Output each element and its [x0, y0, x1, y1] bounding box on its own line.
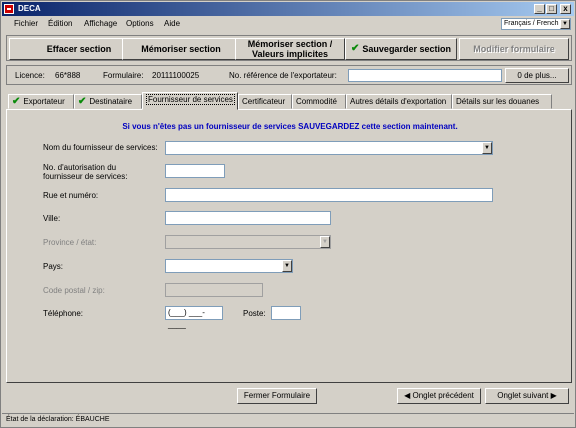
language-select[interactable]: Français / French ▼ — [501, 18, 571, 30]
street-label: Rue et numéro: — [43, 191, 99, 200]
province-select: ▼ — [165, 235, 331, 249]
auth-no-input[interactable] — [165, 164, 225, 178]
prev-tab-button[interactable]: ◀ Onglet précédent — [397, 388, 481, 404]
language-value: Français / French — [504, 20, 559, 27]
app-flag-icon — [4, 4, 14, 14]
memorize-defaults-label-2: Valeurs implicites — [251, 49, 329, 59]
chevron-down-icon: ▼ — [320, 236, 330, 248]
menu-edition[interactable]: Édition — [48, 19, 72, 28]
info-bar: Licence: 66*888 Formulaire: 20111100025 … — [6, 65, 572, 85]
close-window-button[interactable]: x — [560, 4, 571, 14]
menu-aide[interactable]: Aide — [164, 19, 180, 28]
status-bar: État de la déclaration: ÉBAUCHE — [2, 413, 574, 427]
app-window: DECA _ □ x Fichier Édition Affichage Opt… — [0, 0, 576, 428]
province-label: Province / état: — [43, 238, 97, 247]
provider-name-select[interactable]: ▼ — [165, 141, 493, 155]
street-input[interactable] — [165, 188, 493, 202]
licence-label: Licence: — [15, 71, 45, 80]
tab-autres-details[interactable]: Autres détails d'exportation — [346, 94, 452, 109]
prev-tab-label: Onglet précédent — [412, 391, 474, 400]
more-button[interactable]: 0 de plus... — [505, 68, 569, 83]
ext-input[interactable] — [271, 306, 301, 320]
checkmark-icon: ✔ — [78, 96, 87, 107]
tab-autres-details-label: Autres détails d'exportation — [350, 97, 447, 106]
tab-destinataire[interactable]: ✔ Destinataire — [74, 94, 142, 109]
form-panel: Si vous n'êtes pas un fournisseur de ser… — [6, 109, 572, 383]
next-tab-label: Onglet suivant — [497, 391, 549, 400]
notice-text: Si vous n'êtes pas un fournisseur de ser… — [122, 122, 458, 131]
close-form-button[interactable]: Fermer Formulaire — [237, 388, 317, 404]
city-input[interactable] — [165, 211, 331, 225]
menu-affichage[interactable]: Affichage — [84, 19, 117, 28]
save-section-label: Sauvegarder section — [362, 44, 451, 54]
licence-value: 66*888 — [55, 71, 81, 80]
chevron-down-icon: ▼ — [560, 19, 570, 29]
menu-fichier[interactable]: Fichier — [14, 19, 38, 28]
memorize-defaults-label-1: Mémoriser section / — [247, 39, 333, 49]
tab-fournisseur-label: Fournisseur de services — [146, 94, 235, 105]
minimize-button[interactable]: _ — [534, 4, 545, 14]
menu-bar: Fichier Édition Affichage Options Aide — [2, 17, 574, 31]
tab-destinataire-label: Destinataire — [89, 97, 133, 106]
exporter-ref-label: No. référence de l'exportateur: — [229, 71, 337, 80]
city-label: Ville: — [43, 214, 61, 223]
arrow-left-icon: ◀ — [404, 391, 413, 400]
modify-form-label: Modifier formulaire — [473, 44, 555, 54]
tab-commodite[interactable]: Commodité — [292, 94, 346, 109]
clear-section-label: Effacer section — [46, 44, 112, 54]
action-toolbar: Effacer section Mémoriser section Mémori… — [6, 35, 572, 61]
menu-options[interactable]: Options — [126, 19, 154, 28]
checkmark-icon: ✔ — [351, 43, 360, 54]
postal-input — [165, 283, 263, 297]
next-tab-button[interactable]: Onglet suivant ▶ — [485, 388, 569, 404]
exporter-ref-input[interactable] — [348, 69, 502, 82]
provider-name-label: Nom du fournisseur de services: — [43, 143, 158, 152]
maximize-button[interactable]: □ — [546, 4, 557, 14]
chevron-down-icon: ▼ — [282, 260, 292, 272]
arrow-right-icon: ▶ — [548, 391, 557, 400]
tab-fournisseur-services[interactable]: Fournisseur de services — [142, 92, 238, 110]
country-label: Pays: — [43, 262, 64, 271]
tab-certificateur[interactable]: Certificateur — [238, 94, 292, 109]
memorize-section-button[interactable]: Mémoriser section — [122, 38, 240, 60]
status-text: État de la déclaration: ÉBAUCHE — [6, 416, 110, 423]
window-title: DECA — [18, 4, 41, 13]
auth-no-label-1: No. d'autorisation du — [43, 163, 117, 172]
tab-details-douanes-label: Détails sur les douanes — [456, 97, 540, 106]
postal-label: Code postal / zip: — [43, 286, 105, 295]
save-section-button[interactable]: ✔ Sauvegarder section — [345, 38, 457, 60]
section-tabs: ✔ Exportateur ✔ Destinataire Fournisseur d… — [6, 92, 572, 110]
phone-input[interactable]: (___) ___-____ — [165, 306, 223, 329]
form-number-label: Formulaire: — [103, 71, 144, 80]
ext-label: Poste: — [243, 309, 266, 318]
chevron-down-icon: ▼ — [482, 142, 492, 154]
tab-commodite-label: Commodité — [296, 97, 337, 106]
phone-label: Téléphone: — [43, 309, 84, 318]
tab-details-douanes[interactable]: Détails sur les douanes — [452, 94, 552, 109]
tab-exportateur[interactable]: ✔ Exportateur — [8, 94, 74, 109]
memorize-defaults-button[interactable]: Mémoriser section / Valeurs implicites — [235, 38, 345, 60]
modify-form-button: Modifier formulaire — [459, 38, 569, 60]
tab-exportateur-label: Exportateur — [23, 97, 65, 106]
tab-certificateur-label: Certificateur — [242, 97, 286, 106]
auth-no-label-2: fournisseur de services: — [43, 172, 128, 181]
form-number-value: 20111100025 — [152, 71, 200, 80]
memorize-section-label: Mémoriser section — [141, 44, 221, 54]
country-select[interactable]: ▼ — [165, 259, 293, 273]
checkmark-icon: ✔ — [12, 96, 21, 107]
title-bar: DECA _ □ x — [2, 2, 574, 16]
